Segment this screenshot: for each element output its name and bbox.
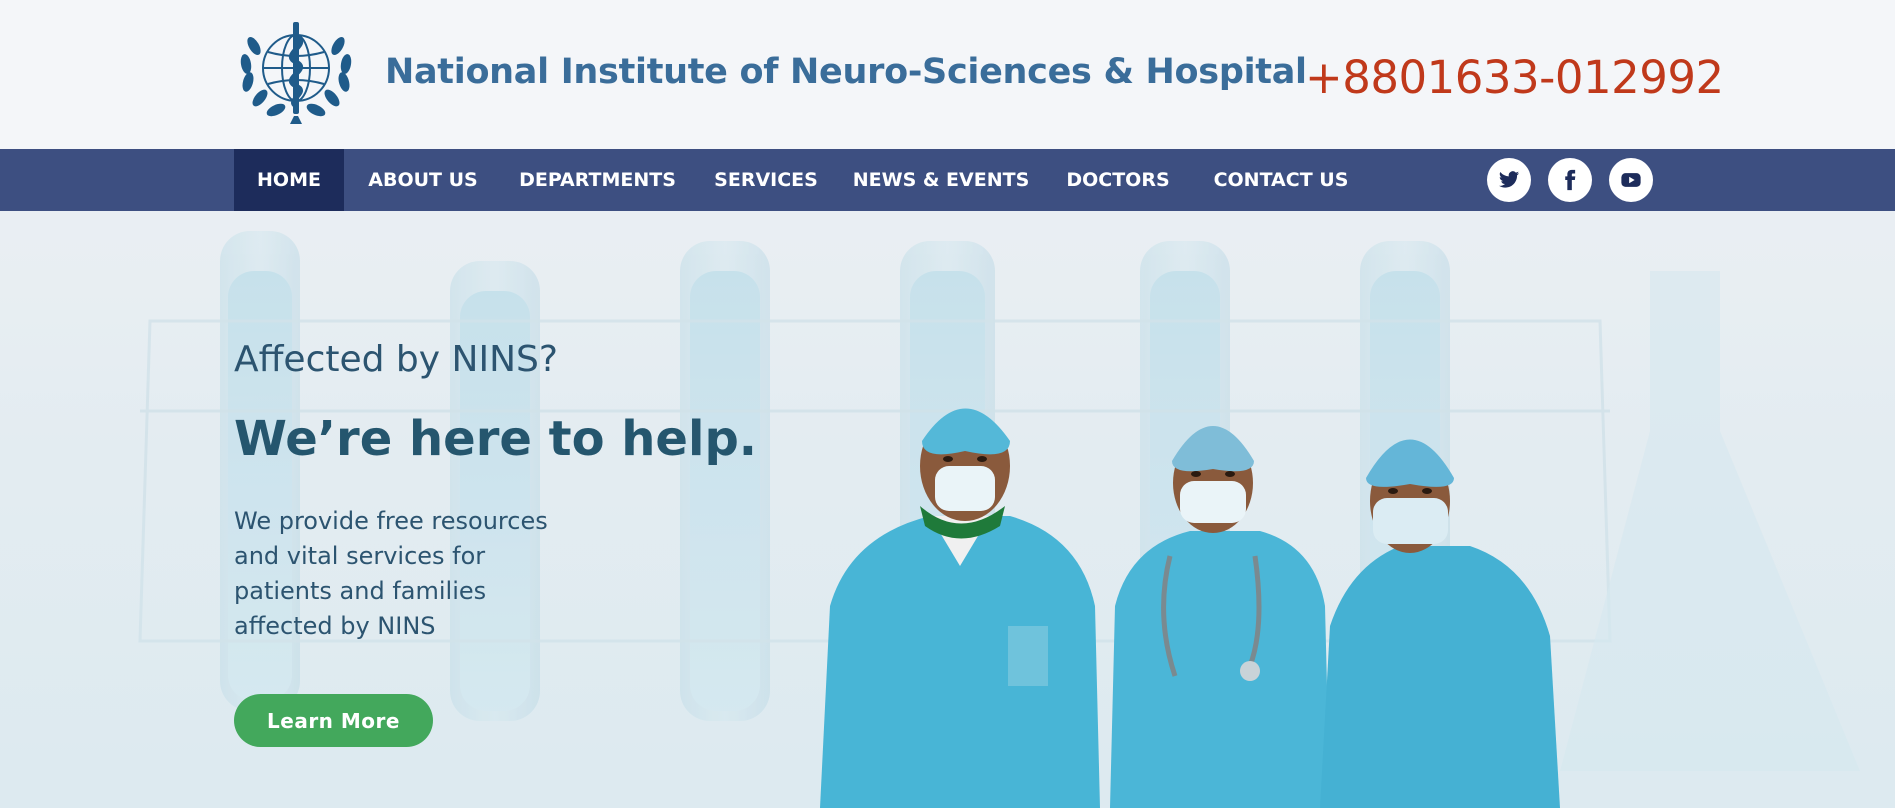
who-emblem-icon[interactable] xyxy=(232,16,360,128)
hero-eyebrow: Affected by NINS? xyxy=(234,339,558,380)
hero-body-text: We provide free resources and vital serv… xyxy=(234,507,548,640)
learn-more-button[interactable]: Learn More xyxy=(234,694,433,747)
nav-item-departments[interactable]: DEPARTMENTS xyxy=(515,149,680,211)
twitter-icon[interactable] xyxy=(1487,158,1531,202)
nav-item-news-events[interactable]: NEWS & EVENTS xyxy=(853,149,1030,211)
nav-item-about-us[interactable]: ABOUT US xyxy=(362,149,484,211)
facebook-icon[interactable] xyxy=(1548,158,1592,202)
doctors-photo xyxy=(820,408,1560,808)
youtube-icon[interactable] xyxy=(1609,158,1653,202)
nav-item-home[interactable]: HOME xyxy=(234,149,344,211)
site-title[interactable]: National Institute of Neuro-Sciences & H… xyxy=(385,52,1307,92)
hero-section: Affected by NINS? We’re here to help. We… xyxy=(0,211,1895,808)
hero-headline: We’re here to help. xyxy=(234,411,758,467)
site-header: National Institute of Neuro-Sciences & H… xyxy=(0,0,1895,149)
nav-item-doctors[interactable]: DOCTORS xyxy=(1063,149,1173,211)
nav-item-contact-us[interactable]: CONTACT US xyxy=(1207,149,1355,211)
phone-number[interactable]: +8801633-012992 xyxy=(1305,51,1724,104)
nav-item-services[interactable]: SERVICES xyxy=(712,149,820,211)
